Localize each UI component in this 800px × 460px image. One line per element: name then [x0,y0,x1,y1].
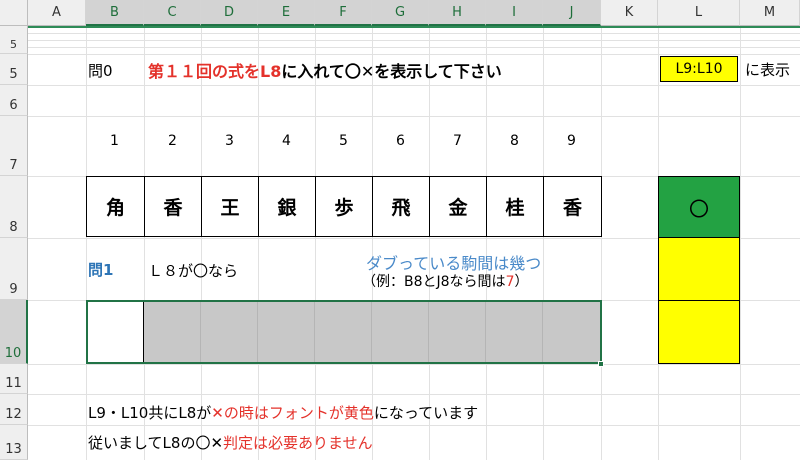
note-line-1: L9・L10共にL8が✕の時はフォントが黄色になっています [88,402,478,423]
piece-cell-e8[interactable]: 銀 [258,176,316,237]
column-header-c[interactable]: C [144,0,201,26]
piece-cell-b8[interactable]: 角 [86,176,145,237]
row-header-5-partial[interactable]: 5 [0,26,28,54]
row-header-13[interactable]: 13 [0,425,28,460]
piece-cell-i8[interactable]: 桂 [486,176,544,237]
gridline [28,47,800,48]
row-header-12[interactable]: 12 [0,394,28,425]
note-line-1-a: L9・L10共にL8が [88,404,212,422]
q1-example-pre: （例：B8とJ8なら間は [362,274,506,290]
q0-instruction-red: 第１１回の式をL8 [148,62,282,81]
column-header-l[interactable]: L [658,0,740,26]
column-header-f[interactable]: F [315,0,372,26]
number-label: 3 [225,133,234,149]
column-header-b[interactable]: B [86,0,144,26]
selection-outline [86,300,602,364]
select-all-corner[interactable] [0,0,28,26]
note-line-1-d: になっています [373,404,479,422]
frozen-pane-divider [28,26,800,28]
piece-cell-j8[interactable]: 香 [543,176,602,237]
column-header-d[interactable]: D [201,0,258,26]
column-header-h[interactable]: H [429,0,486,26]
q1-example: （例：B8とJ8なら間は7） [362,271,528,291]
row-header-5[interactable]: 5 [0,54,28,85]
number-label: 6 [396,133,405,149]
gridline [28,364,800,365]
gridline [28,394,800,395]
note-line-1-b: ✕の時はフォントが [211,404,344,422]
column-header-i[interactable]: I [486,0,543,26]
row-header-10[interactable]: 10 [0,300,28,364]
range-box-l9-l10: L9:L10 [660,56,738,82]
row-header-6[interactable]: 6 [0,85,28,116]
result-cell-l8[interactable]: 〇 [658,176,740,238]
column-header-a[interactable]: A [28,0,86,26]
q0-instruction-black: に入れて〇✕を表示して下さい [281,62,502,81]
piece-cell-d8[interactable]: 王 [201,176,259,237]
fill-handle[interactable] [598,361,604,367]
number-label: 8 [510,133,519,149]
q0-label: 問0 [88,62,113,80]
row-header-8[interactable]: 8 [0,176,28,238]
spreadsheet: A B C D E F G H I J K L M 5 5 6 7 8 9 10… [0,0,800,460]
gridline [28,425,800,426]
number-label: 2 [168,133,177,149]
q1-condition: Ｌ８が〇なら [148,262,239,280]
column-header-e[interactable]: E [258,0,315,26]
note-line-2: 従いましてL8の〇✕判定は必要ありません [88,432,373,453]
result-cell-l10[interactable] [658,300,740,364]
q0-instruction: 第１１回の式をL8に入れて〇✕を表示して下さい [148,58,502,82]
piece-cell-c8[interactable]: 香 [144,176,202,237]
q1-example-post: ） [514,274,529,290]
column-header-k[interactable]: K [601,0,658,26]
number-label: 7 [453,133,462,149]
number-label: 1 [110,133,119,149]
column-header-j[interactable]: J [543,0,601,26]
gridline [28,116,800,117]
number-label: 4 [282,133,291,149]
gridline [28,85,800,86]
number-label: 9 [567,133,576,149]
gridline [28,40,800,41]
column-header-m[interactable]: M [740,0,800,26]
gridline [28,33,800,34]
piece-cell-g8[interactable]: 飛 [372,176,430,237]
note-line-2-a: 従いましてL8の〇✕ [88,434,224,452]
note-line-1-c: 黄色 [343,404,374,422]
note-line-2-b: 判定は必要ありません [223,434,373,452]
row-header-9[interactable]: 9 [0,238,28,300]
column-header-g[interactable]: G [372,0,429,26]
q1-label: 問1 [88,261,114,279]
row-header-11[interactable]: 11 [0,364,28,394]
row-header-7[interactable]: 7 [0,116,28,176]
result-cell-l9[interactable] [658,237,740,301]
piece-cell-h8[interactable]: 金 [429,176,487,237]
number-label: 5 [339,133,348,149]
range-suffix-text: に表示 [745,61,791,79]
piece-cell-f8[interactable]: 歩 [315,176,373,237]
gridline [28,54,800,55]
